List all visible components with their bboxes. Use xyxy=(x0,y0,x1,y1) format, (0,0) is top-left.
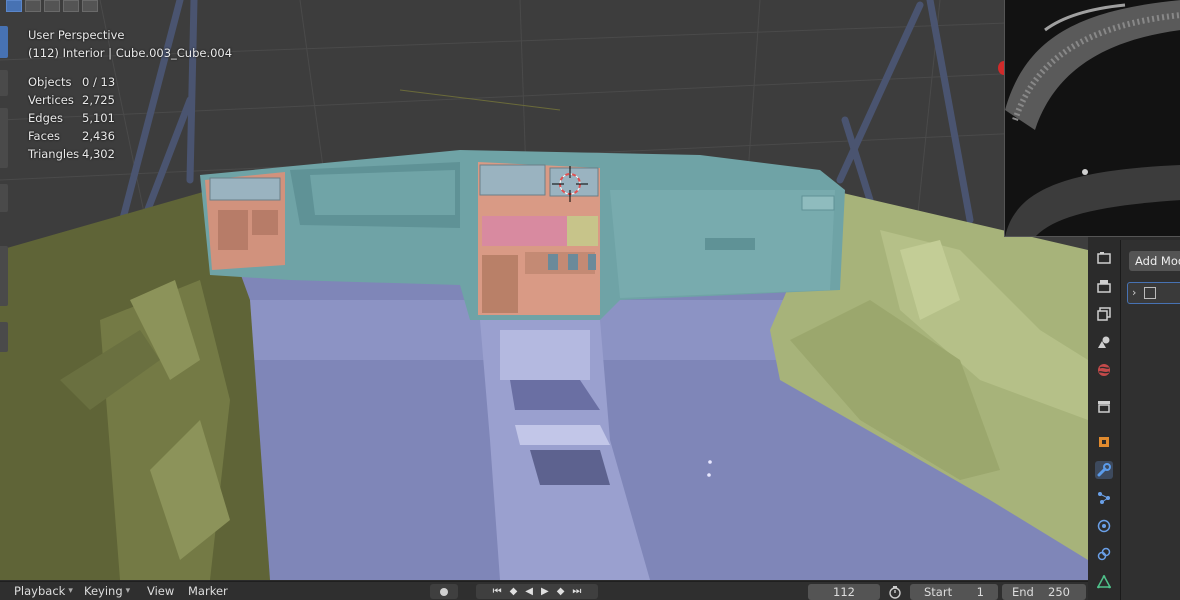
view-menu[interactable]: View xyxy=(147,584,174,598)
constraints-icon[interactable] xyxy=(1095,545,1113,563)
tire-texture-image xyxy=(1005,0,1180,236)
stat-row: Faces 2,436 xyxy=(28,129,115,143)
jump-to-keyframe-prev-icon[interactable]: ◆ xyxy=(510,586,518,597)
start-frame-field[interactable]: Start 1 xyxy=(910,584,998,600)
modifier-properties-panel[interactable]: Add Modifier › xyxy=(1121,240,1180,600)
stat-row: Vertices 2,725 xyxy=(28,93,115,107)
start-frame-value: 1 xyxy=(976,585,984,599)
measure-tool-icon[interactable] xyxy=(0,246,8,306)
modifier-type-icon xyxy=(1144,287,1156,299)
object-icon[interactable] xyxy=(1095,433,1113,451)
object-data-icon[interactable] xyxy=(1095,573,1113,591)
stat-row: Edges 5,101 xyxy=(28,111,115,125)
end-frame-value: 250 xyxy=(1048,585,1070,599)
toolbar[interactable] xyxy=(0,22,10,362)
select-intersect-mode-icon[interactable] xyxy=(82,0,98,12)
add-modifier-button[interactable]: Add Modifier xyxy=(1129,251,1180,271)
stopwatch-icon[interactable] xyxy=(888,584,906,600)
end-frame-label: End xyxy=(1012,585,1034,599)
world-icon[interactable] xyxy=(1095,361,1113,379)
perspective-label: User Perspective xyxy=(28,28,125,42)
current-frame-field[interactable]: 112 xyxy=(808,584,880,600)
marker-menu[interactable]: Marker xyxy=(188,584,228,598)
stat-row: Objects 0 / 13 xyxy=(28,75,116,89)
chevron-right-icon[interactable]: › xyxy=(1132,286,1136,299)
jump-to-start-icon[interactable]: ⏮ xyxy=(493,586,502,597)
playback-controls[interactable]: ⏮ ◆ ◀ ▶ ◆ ⏭ xyxy=(476,584,598,599)
end-frame-field[interactable]: End 250 xyxy=(1002,584,1086,600)
playback-menu[interactable]: Playback ▾ xyxy=(14,584,73,598)
select-invert-mode-icon[interactable] xyxy=(63,0,79,12)
jump-to-end-icon[interactable]: ⏭ xyxy=(572,586,581,597)
render-icon[interactable] xyxy=(1095,249,1113,267)
scene-statistics: Objects 0 / 13 Vertices 2,725 Edges 5,101 F… xyxy=(28,73,232,163)
output-icon[interactable] xyxy=(1095,277,1113,295)
select-new-mode-icon[interactable] xyxy=(6,0,22,12)
annotate-tool-icon[interactable] xyxy=(0,184,8,212)
select-tool-icon[interactable] xyxy=(0,26,8,58)
active-object-label: (112) Interior | Cube.003_Cube.004 xyxy=(28,46,233,60)
select-extend-mode-icon[interactable] xyxy=(25,0,41,12)
chevron-down-icon: ▾ xyxy=(125,586,131,596)
particles-icon[interactable] xyxy=(1095,489,1113,507)
physics-icon[interactable] xyxy=(1095,517,1113,535)
record-icon xyxy=(440,587,448,596)
chevron-down-icon: ▾ xyxy=(68,586,73,596)
jump-to-keyframe-next-icon[interactable]: ◆ xyxy=(557,586,565,597)
timeline-header[interactable]: Playback ▾ Keying ▾ View Marker ⏮ ◆ ◀ ▶ ◆ … xyxy=(0,581,1088,600)
scene-icon[interactable] xyxy=(1095,333,1113,351)
start-frame-label: Start xyxy=(924,585,953,599)
add-cube-tool-icon[interactable] xyxy=(0,322,8,352)
stat-row: Triangles 4,302 xyxy=(28,147,115,161)
view-layer-icon[interactable] xyxy=(1095,305,1113,323)
modifier-item[interactable]: › xyxy=(1127,282,1180,304)
collection-icon[interactable] xyxy=(1095,397,1113,415)
selection-mode-buttons[interactable] xyxy=(6,0,98,12)
cursor-tool-icon[interactable] xyxy=(0,70,8,96)
keying-menu[interactable]: Keying ▾ xyxy=(84,584,130,598)
select-subtract-mode-icon[interactable] xyxy=(44,0,60,12)
3d-viewport[interactable]: User Perspective (112) Interior | Cube.0… xyxy=(0,0,1088,580)
viewport-info-overlay: User Perspective (112) Interior | Cube.0… xyxy=(28,26,232,163)
play-icon[interactable]: ▶ xyxy=(541,586,549,597)
play-reverse-icon[interactable]: ◀ xyxy=(525,586,533,597)
modifier-wrench-icon[interactable] xyxy=(1095,461,1113,479)
auto-keying-toggle[interactable] xyxy=(430,584,458,599)
transform-tools-icon[interactable] xyxy=(0,108,8,168)
properties-tabs[interactable] xyxy=(1088,240,1121,600)
texture-preview-panel xyxy=(1004,0,1180,237)
